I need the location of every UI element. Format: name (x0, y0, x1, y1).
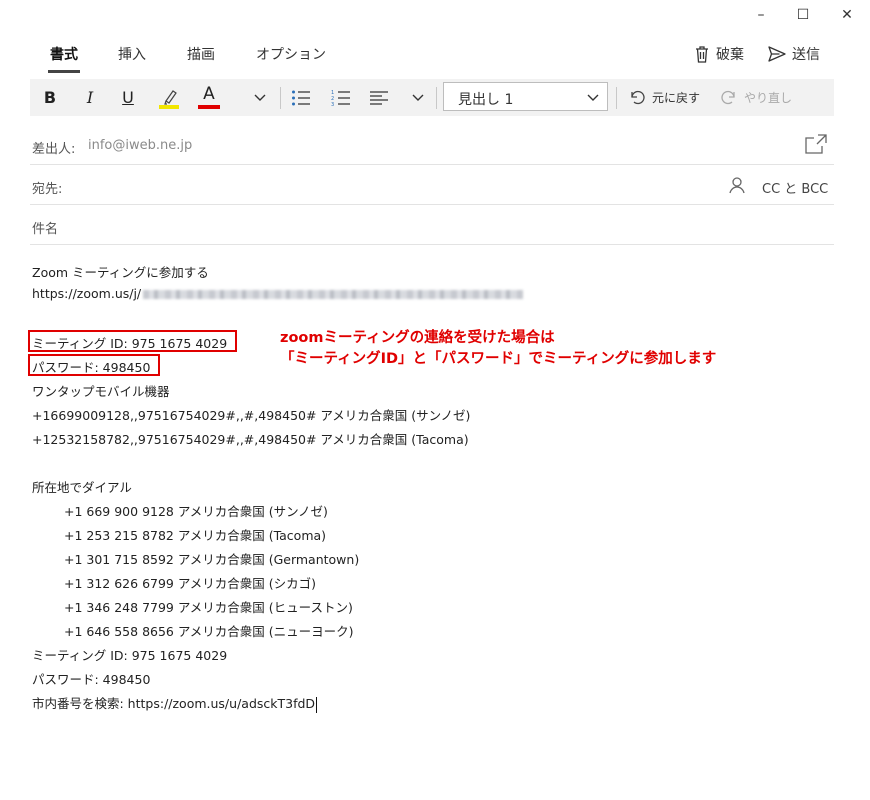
field-divider (30, 244, 834, 245)
to-input[interactable] (80, 172, 720, 198)
bullet-list-icon (292, 90, 310, 105)
minimize-icon: – (757, 7, 765, 23)
tab-options[interactable]: オプション (256, 44, 326, 64)
svg-text:3: 3 (331, 102, 334, 107)
body-line: ミーティング ID: 975 1675 4029 (32, 648, 228, 663)
chevron-down-icon (412, 94, 424, 101)
body-line: +12532158782,,97516754029#,,#,498450# アメ… (32, 432, 469, 447)
from-address[interactable]: info@iweb.ne.jp (88, 138, 192, 153)
undo-icon (631, 90, 645, 104)
more-format-dropdown[interactable] (250, 79, 270, 116)
dial-in-number: +1 669 900 9128 アメリカ合衆国 (サンノゼ) (64, 504, 328, 519)
toolbar-divider (616, 87, 617, 109)
redo-button[interactable]: やり直し (716, 79, 796, 116)
to-label: 宛先: (32, 182, 63, 197)
body-line: +16699009128,,97516754029#,,#,498450# アメ… (32, 408, 471, 423)
trash-icon (696, 46, 708, 63)
popout-button[interactable] (804, 133, 828, 159)
redo-icon (721, 90, 735, 104)
paragraph-dropdown[interactable] (408, 79, 428, 116)
highlighter-icon (159, 89, 179, 109)
font-color-icon: A (203, 84, 215, 104)
font-color-button[interactable]: A (194, 79, 224, 116)
body-line: ワンタップモバイル機器 (32, 384, 170, 399)
body-line: 所在地でダイアル (32, 480, 132, 495)
active-tab-indicator (48, 70, 80, 73)
toolbar-divider (280, 87, 281, 109)
numbered-list-button[interactable]: 123 (328, 79, 354, 116)
meeting-id-line: ミーティング ID: 975 1675 4029 (32, 336, 228, 351)
cc-bcc-button[interactable]: CC と BCC (762, 178, 828, 197)
tab-format[interactable]: 書式 (50, 44, 78, 64)
body-link-line: https://zoom.us/j/ (32, 286, 524, 301)
send-button[interactable]: 送信 (768, 44, 820, 64)
discard-label: 破棄 (716, 47, 744, 63)
contact-picker-button[interactable] (728, 176, 746, 198)
format-toolbar: B I U A 123 見出し 1 元に戻す やり直し (30, 79, 834, 116)
send-label: 送信 (792, 47, 820, 63)
highlight-button[interactable] (154, 79, 184, 116)
dial-in-number: +1 346 248 7799 アメリカ合衆国 (ヒューストン) (64, 600, 353, 615)
password-line: パスワード: 498450 (32, 360, 151, 375)
dial-in-number: +1 253 215 8782 アメリカ合衆国 (Tacoma) (64, 528, 327, 543)
style-select[interactable]: 見出し 1 (443, 82, 608, 111)
chevron-down-icon (254, 94, 266, 101)
person-icon (729, 177, 745, 194)
from-label: 差出人: (32, 142, 76, 157)
tab-draw[interactable]: 描画 (187, 44, 215, 64)
undo-button[interactable]: 元に戻す (624, 79, 704, 116)
chevron-down-icon (587, 94, 599, 101)
text-cursor (316, 696, 318, 713)
underline-button[interactable]: U (114, 79, 142, 116)
style-select-value: 見出し 1 (458, 92, 514, 108)
popout-icon (805, 134, 827, 154)
dial-in-number: +1 301 715 8592 アメリカ合衆国 (Germantown) (64, 552, 360, 567)
italic-button[interactable]: I (76, 79, 104, 116)
minimize-button[interactable]: – (738, 2, 784, 28)
field-divider (30, 164, 834, 165)
send-icon (768, 46, 786, 62)
body-line: Zoom ミーティングに参加する (32, 265, 209, 280)
maximize-button[interactable]: ☐ (780, 2, 826, 28)
bullet-list-button[interactable] (288, 79, 314, 116)
annotation-line-2: 「ミーティングID」と「パスワード」でミーティングに参加します (280, 351, 717, 367)
body-last-line: 市内番号を検索: https://zoom.us/u/adsckT3fdD (32, 693, 318, 713)
discard-button[interactable]: 破棄 (694, 44, 744, 64)
toolbar-divider (436, 87, 437, 109)
numbered-list-icon: 123 (331, 90, 350, 107)
align-left-icon (370, 90, 388, 105)
align-button[interactable] (366, 79, 392, 116)
dial-in-number: +1 312 626 6799 アメリカ合衆国 (シカゴ) (64, 576, 316, 591)
tab-insert[interactable]: 挿入 (118, 44, 146, 64)
zoom-join-link[interactable]: https://zoom.us/j/ (32, 286, 141, 301)
maximize-icon: ☐ (796, 7, 810, 23)
close-button[interactable]: ✕ (824, 2, 870, 28)
dial-in-number: +1 646 558 8656 アメリカ合衆国 (ニューヨーク) (64, 624, 354, 639)
close-icon: ✕ (841, 7, 853, 23)
undo-label: 元に戻す (651, 91, 700, 105)
body-line: パスワード: 498450 (32, 672, 151, 687)
subject-input[interactable]: 件名 (32, 218, 58, 237)
bold-button[interactable]: B (36, 79, 64, 116)
annotation-line-1: zoomミーティングの連絡を受けた場合は (280, 330, 555, 346)
redo-label: やり直し (743, 91, 792, 105)
font-color-bar (198, 105, 220, 109)
local-number-search-link[interactable]: 市内番号を検索: https://zoom.us/u/adsckT3fdD (32, 696, 315, 711)
field-divider (30, 204, 834, 205)
blurred-meeting-url (143, 290, 524, 299)
